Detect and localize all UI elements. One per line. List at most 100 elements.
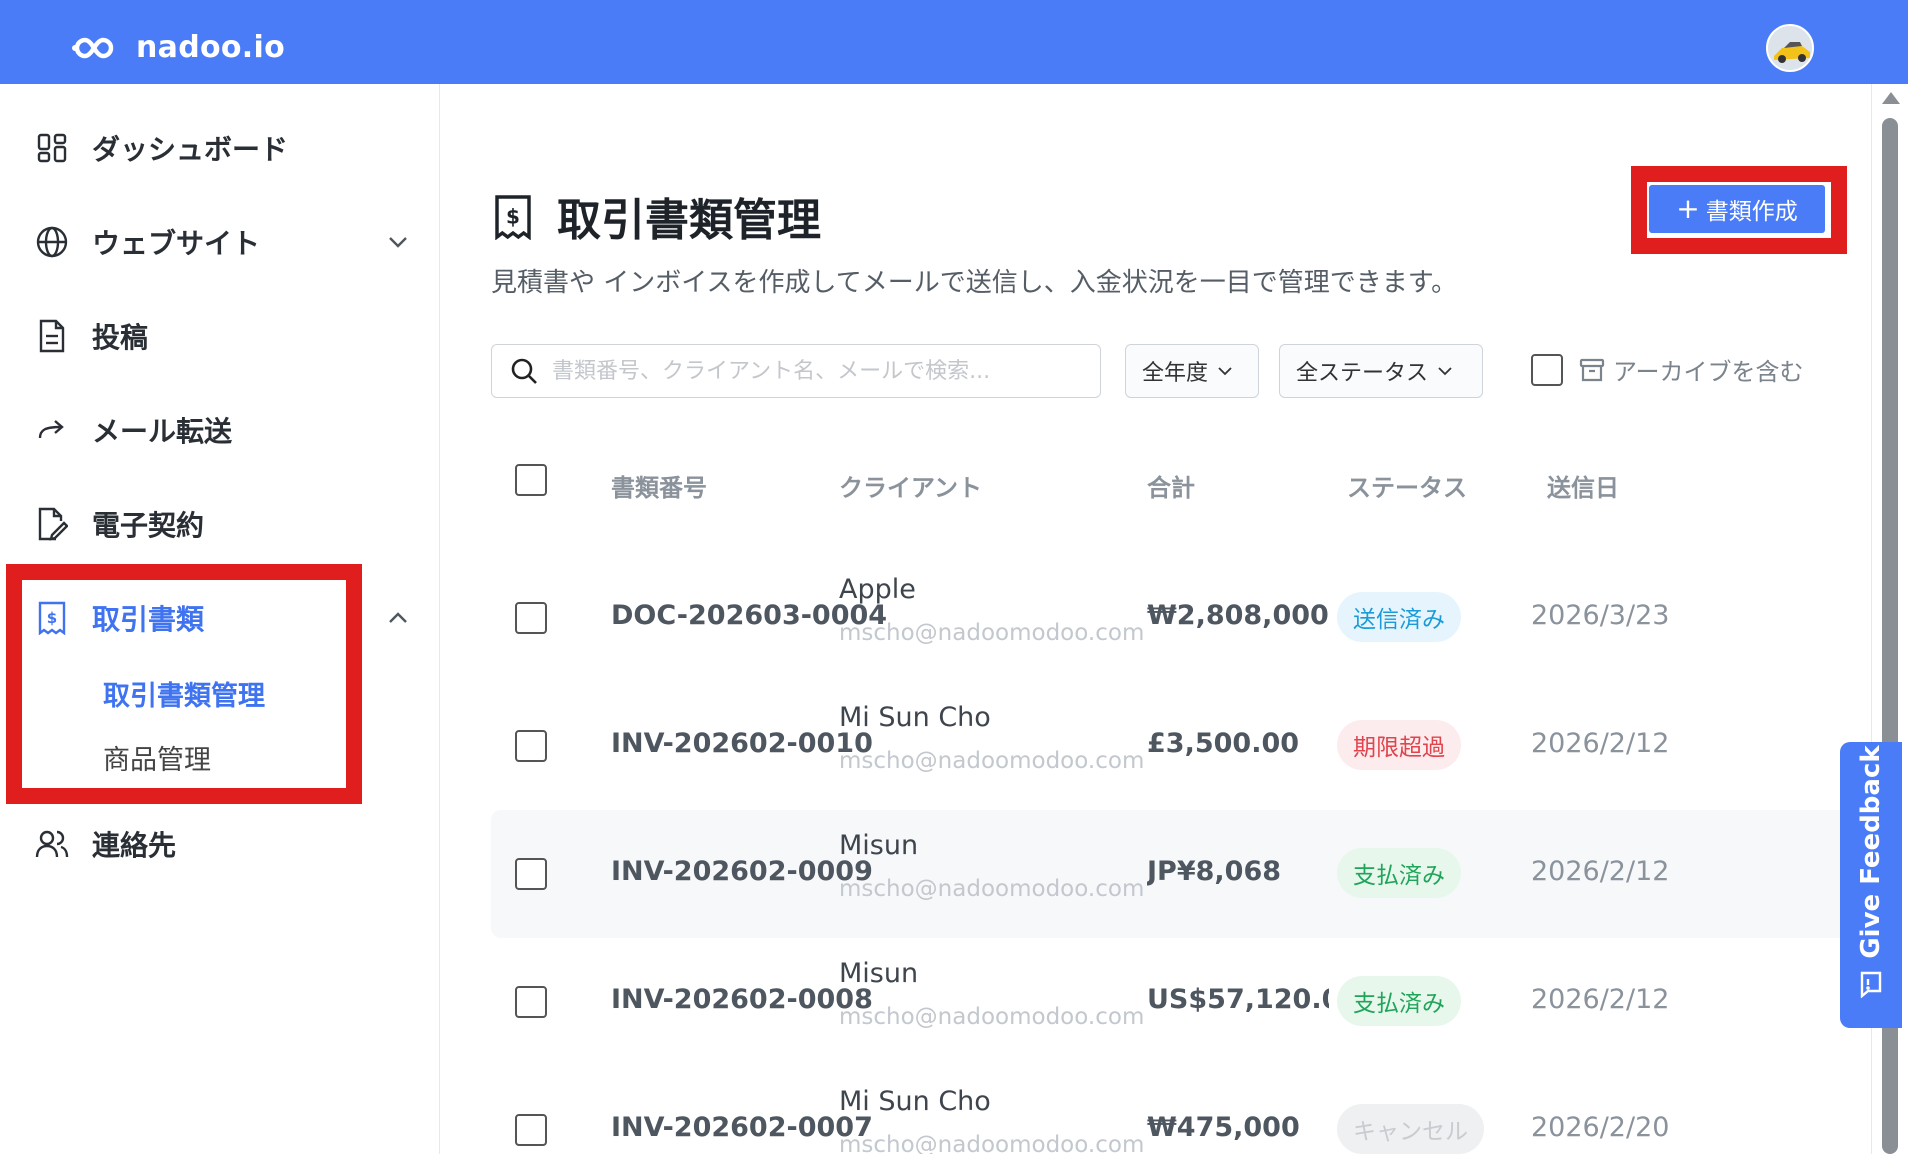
sent-date: 2026/2/12 xyxy=(1531,856,1670,887)
client-email: mscho@nadoomodoo.com xyxy=(839,1132,1145,1154)
include-archive-toggle[interactable]: アーカイブを含む xyxy=(1531,352,1804,387)
client-name: Apple xyxy=(839,574,916,605)
doc-number[interactable]: INV-202602-0008 xyxy=(611,984,873,1015)
svg-text:$: $ xyxy=(506,205,520,229)
forward-arrow-icon xyxy=(30,408,74,452)
sidebar-item-dashboard[interactable]: ダッシュボード xyxy=(30,118,410,178)
sidebar-item-transaction-docs[interactable]: $ 取引書類 xyxy=(30,588,410,648)
row-checkbox[interactable] xyxy=(515,1114,547,1146)
sidebar-item-label: 取引書類 xyxy=(92,603,205,636)
column-header-doc-no[interactable]: 書類番号 xyxy=(611,468,707,503)
page-title: 取引書類管理 xyxy=(557,195,821,246)
avatar[interactable] xyxy=(1766,24,1814,72)
infinity-logo-icon xyxy=(72,37,114,58)
status-badge: キャンセル xyxy=(1337,1104,1484,1154)
table-row[interactable]: DOC-202603-0004 Apple mscho@nadoomodoo.c… xyxy=(491,554,1851,682)
sidebar-item-label: 投稿 xyxy=(92,321,149,354)
scroll-up-arrow-icon[interactable] xyxy=(1882,92,1900,104)
create-document-button[interactable]: + 書類作成 xyxy=(1649,185,1825,233)
sidebar-item-label: メール転送 xyxy=(92,415,233,448)
dashboard-icon xyxy=(30,126,74,170)
column-header-client[interactable]: クライアント xyxy=(839,468,982,503)
table-row[interactable]: INV-202602-0008 Misun mscho@nadoomodoo.c… xyxy=(491,938,1851,1066)
receipt-icon: $ xyxy=(30,596,74,640)
total-amount: US$57,120.00 xyxy=(1147,984,1329,1015)
status-badge: 期限超過 xyxy=(1337,720,1461,770)
sent-date: 2026/2/12 xyxy=(1531,984,1670,1015)
status-badge: 送信済み xyxy=(1337,592,1461,642)
status-badge: 支払済み xyxy=(1337,976,1461,1026)
sidebar-item-label: 電子契約 xyxy=(92,509,205,542)
chevron-down-icon xyxy=(1438,367,1452,376)
total-amount: ₩2,808,000 xyxy=(1147,600,1329,631)
client-email: mscho@nadoomodoo.com xyxy=(839,620,1145,646)
sidebar-item-contacts[interactable]: 連絡先 xyxy=(30,814,410,874)
archive-box-icon xyxy=(1579,358,1605,381)
signature-document-icon xyxy=(30,502,74,546)
status-filter-select[interactable]: 全ステータス xyxy=(1279,344,1483,398)
status-badge: 支払済み xyxy=(1337,848,1461,898)
contacts-icon xyxy=(30,822,74,866)
sidebar-subitem-product-management[interactable]: 商品管理 xyxy=(103,738,211,777)
chevron-down-icon[interactable] xyxy=(386,230,410,254)
client-email: mscho@nadoomodoo.com xyxy=(839,748,1145,774)
search-box[interactable] xyxy=(491,344,1101,398)
sidebar-item-posts[interactable]: 投稿 xyxy=(30,306,410,366)
client-email: mscho@nadoomodoo.com xyxy=(839,1004,1145,1030)
table-row[interactable]: INV-202602-0007 Mi Sun Cho mscho@nadoomo… xyxy=(491,1066,1851,1154)
doc-number[interactable]: INV-202602-0007 xyxy=(611,1112,873,1143)
search-input[interactable] xyxy=(552,358,1072,384)
row-checkbox[interactable] xyxy=(515,986,547,1018)
table-row[interactable]: INV-202602-0010 Mi Sun Cho mscho@nadoomo… xyxy=(491,682,1851,810)
chevron-down-icon xyxy=(1218,367,1232,376)
include-archive-label: アーカイブを含む xyxy=(1613,358,1804,386)
column-header-total[interactable]: 合計 xyxy=(1147,468,1195,503)
sidebar-item-website[interactable]: ウェブサイト xyxy=(30,212,410,272)
sent-date: 2026/3/23 xyxy=(1531,600,1670,631)
doc-number[interactable]: INV-202602-0010 xyxy=(611,728,873,759)
row-checkbox[interactable] xyxy=(515,730,547,762)
include-archive-checkbox[interactable] xyxy=(1531,353,1563,386)
globe-icon xyxy=(30,220,74,264)
total-amount: ₩475,000 xyxy=(1147,1112,1300,1143)
page-subtitle: 見積書や インボイスを作成してメールで送信し、入金状況を一目で管理できます。 xyxy=(491,268,1458,298)
search-icon xyxy=(511,358,537,384)
feedback-message-icon xyxy=(1860,971,1882,998)
brand-logo[interactable]: nadoo.io xyxy=(72,30,285,65)
column-header-status[interactable]: ステータス xyxy=(1347,468,1467,503)
give-feedback-tab[interactable]: Give Feedback xyxy=(1840,742,1902,1028)
sidebar-item-label: 連絡先 xyxy=(92,829,177,862)
sent-date: 2026/2/20 xyxy=(1531,1112,1670,1143)
client-name: Misun xyxy=(839,830,919,861)
client-name: Mi Sun Cho xyxy=(839,702,991,733)
total-amount: £3,500.00 xyxy=(1147,728,1300,759)
sent-date: 2026/2/12 xyxy=(1531,728,1670,759)
document-icon xyxy=(30,314,74,358)
client-name: Mi Sun Cho xyxy=(839,1086,991,1117)
receipt-icon: $ xyxy=(493,194,533,244)
year-filter-value: 全年度 xyxy=(1142,361,1209,386)
row-checkbox[interactable] xyxy=(515,602,547,634)
select-all-checkbox[interactable] xyxy=(515,464,547,496)
main-content: $ 取引書類管理 見積書や インボイスを作成してメールで送信し、入金状況を一目で… xyxy=(441,84,1871,1154)
sidebar-subitem-doc-management[interactable]: 取引書類管理 xyxy=(103,674,265,713)
brand-name: nadoo.io xyxy=(136,30,285,65)
sidebar: ダッシュボード ウェブサイト 投稿 メール転送 電子契約 $ 取引書類 取引書類… xyxy=(0,84,440,1154)
status-filter-value: 全ステータス xyxy=(1296,361,1429,386)
top-bar: nadoo.io xyxy=(0,0,1908,84)
chevron-up-icon[interactable] xyxy=(386,606,410,630)
sidebar-item-mail-forwarding[interactable]: メール転送 xyxy=(30,400,410,460)
give-feedback-label: Give Feedback xyxy=(1856,745,1886,959)
year-filter-select[interactable]: 全年度 xyxy=(1125,344,1259,398)
client-email: mscho@nadoomodoo.com xyxy=(839,876,1145,902)
create-document-label: 書類作成 xyxy=(1705,199,1798,225)
doc-number[interactable]: INV-202602-0009 xyxy=(611,856,873,887)
client-name: Misun xyxy=(839,958,919,989)
plus-icon: + xyxy=(1676,192,1700,225)
svg-text:$: $ xyxy=(47,609,57,627)
column-header-sent-date[interactable]: 送信日 xyxy=(1547,468,1619,503)
total-amount: JP¥8,068 xyxy=(1147,856,1282,887)
table-row[interactable]: INV-202602-0009 Misun mscho@nadoomodoo.c… xyxy=(491,810,1851,938)
row-checkbox[interactable] xyxy=(515,858,547,890)
sidebar-item-e-contract[interactable]: 電子契約 xyxy=(30,494,410,554)
